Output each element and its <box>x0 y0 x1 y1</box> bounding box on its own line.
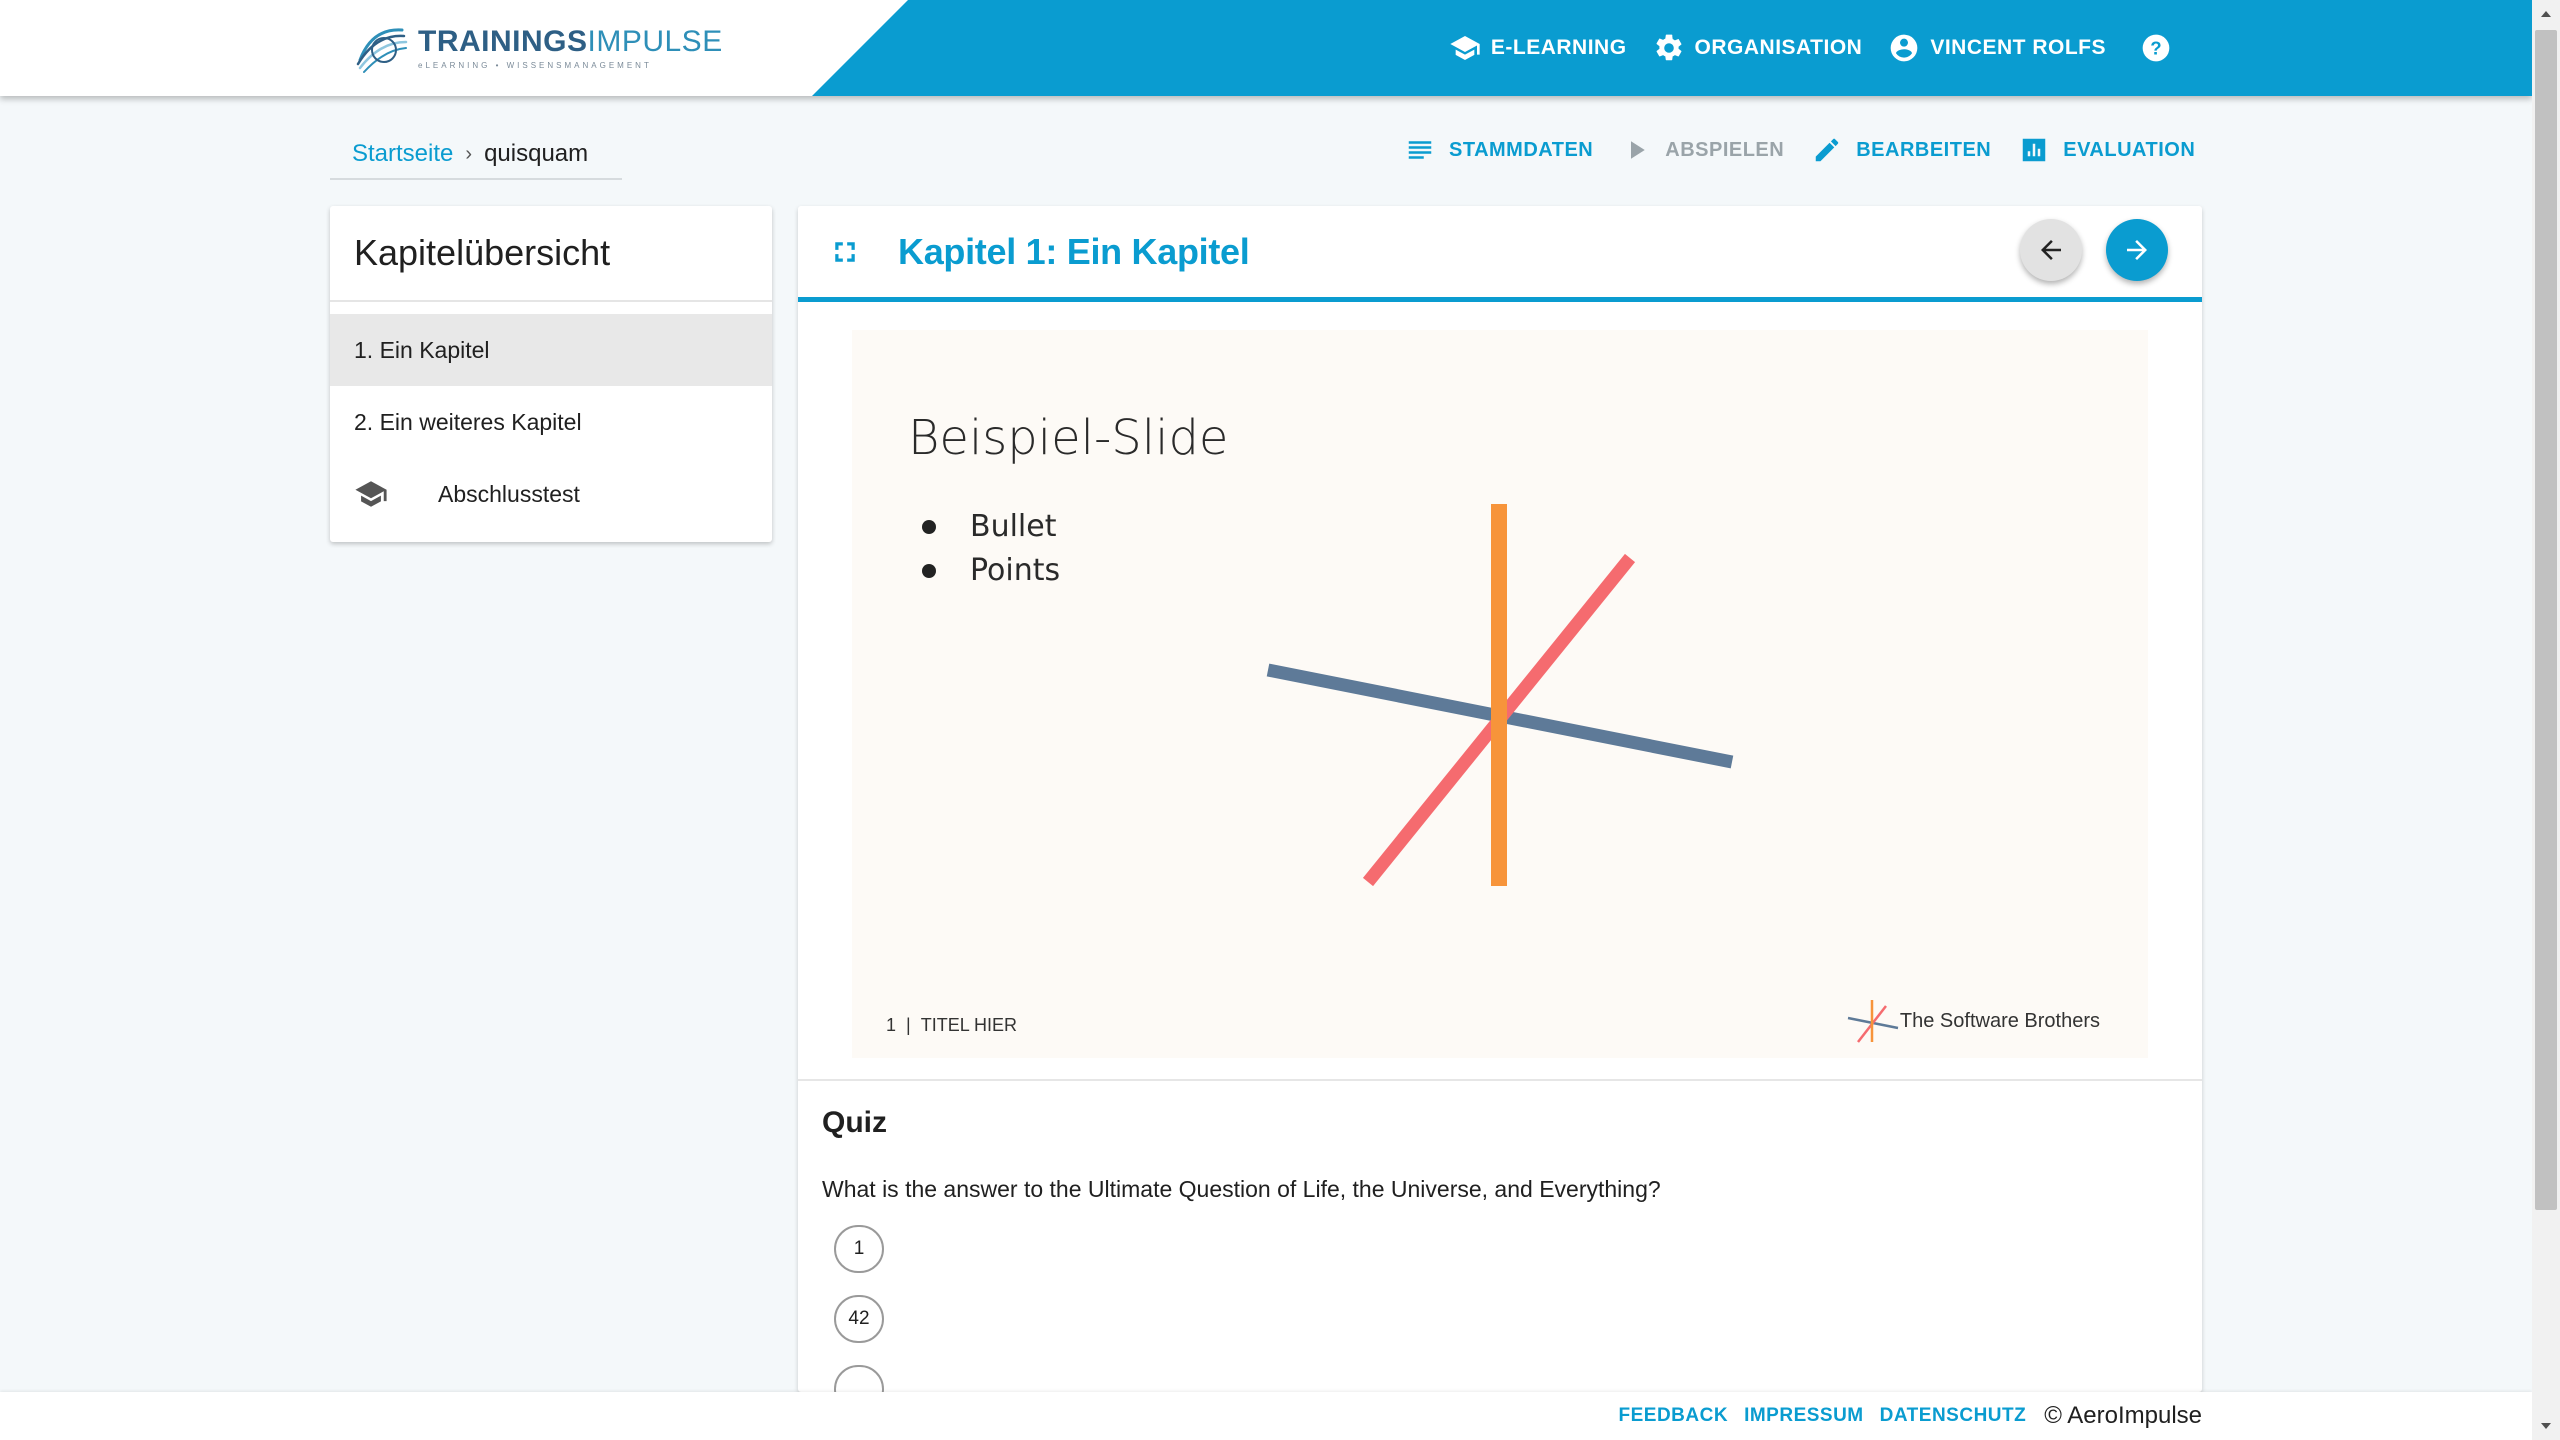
footer-feedback-link[interactable]: FEEDBACK <box>1619 1405 1729 1427</box>
evaluation-label: EVALUATION <box>2063 138 2196 161</box>
nav-user-account[interactable]: VINCENT ROLFS <box>1888 32 2106 64</box>
logo-tagline: eLEARNING • WISSENSMANAGEMENT <box>418 60 652 70</box>
quiz-title: Quiz <box>822 1106 887 1139</box>
top-app-bar: TRAININGSIMPULSE eLEARNING • WISSENSMANA… <box>0 0 2532 96</box>
content-divider <box>798 1079 2202 1081</box>
stammdaten-button[interactable]: STAMMDATEN <box>1405 135 1593 165</box>
software-brothers-logo-icon <box>1847 1000 1899 1043</box>
next-chapter-button[interactable] <box>2106 219 2168 281</box>
svg-text:?: ? <box>2150 38 2161 59</box>
chapter-header: Kapitel 1: Ein Kapitel <box>798 206 2202 302</box>
slide-bullet: Points <box>922 549 1060 593</box>
slide-bullet: Bullet <box>922 505 1060 549</box>
quiz-option-partial[interactable] <box>834 1365 884 1392</box>
slide-footer: 1 | TITEL HIER <box>886 1015 1017 1036</box>
footer-impressum-link[interactable]: IMPRESSUM <box>1744 1405 1864 1427</box>
graduation-cap-icon <box>355 481 387 507</box>
chapter-item-2-label: 2. Ein weiteres Kapitel <box>354 408 582 435</box>
bearbeiten-label: BEARBEITEN <box>1856 138 1992 161</box>
play-icon <box>1631 141 1645 159</box>
scroll-down-icon[interactable] <box>2532 1412 2560 1440</box>
page-scrollbar[interactable] <box>2532 0 2560 1440</box>
chapter-overview-panel: Kapitelübersicht 1. Ein Kapitel 2. Ein w… <box>330 206 772 542</box>
final-test-label: Abschlusstest <box>438 480 580 507</box>
slide-brand: The Software Brothers <box>1844 998 2100 1044</box>
chapter-item-1-label: 1. Ein Kapitel <box>354 336 490 363</box>
pencil-icon <box>1815 138 1839 162</box>
chapter-item-1[interactable]: 1. Ein Kapitel <box>330 314 772 386</box>
bar-chart-icon <box>2022 138 2046 162</box>
stammdaten-label: STAMMDATEN <box>1449 138 1594 161</box>
scroll-thumb[interactable] <box>2535 30 2557 1210</box>
previous-chapter-button[interactable] <box>2020 219 2082 281</box>
slide-footer-title: TITEL HIER <box>920 1015 1018 1035</box>
logo-brand-bold: TRAININGS <box>418 24 588 58</box>
nav-e-learning-label: E-LEARNING <box>1490 36 1627 59</box>
evaluation-button[interactable]: EVALUATION <box>2019 135 2195 165</box>
footer-copyright: © AeroImpulse <box>2044 1402 2202 1429</box>
breadcrumb-current: quisquam <box>484 140 589 167</box>
slide-number: 1 <box>886 1015 897 1035</box>
chapter-title: Kapitel 1: Ein Kapitel <box>898 230 1250 272</box>
scroll-up-icon[interactable] <box>2532 0 2560 28</box>
logo-swirl-icon <box>356 28 408 73</box>
quiz-option[interactable]: 42 <box>834 1295 884 1343</box>
nav-e-learning[interactable]: E-LEARNING <box>1449 32 1627 64</box>
course-actions-toolbar: STAMMDATEN ABSPIELEN BEARBEITEN EVALUATI… <box>1405 128 2195 172</box>
nav-user-label: VINCENT ROLFS <box>1930 36 2106 59</box>
chapter-item-2[interactable]: 2. Ein weiteres Kapitel <box>330 386 772 458</box>
breadcrumb-separator: › <box>465 142 473 165</box>
quiz-section: Quiz What is the answer to the Ultimate … <box>822 1106 1661 1392</box>
breadcrumb: Startseite › quisquam <box>330 130 622 180</box>
nav-organisation[interactable]: ORGANISATION <box>1653 32 1863 64</box>
slide-footer-separator: | <box>906 1015 911 1035</box>
main-nav: E-LEARNING ORGANISATION VINCENT ROLFS ? <box>1449 0 2172 96</box>
final-test-item[interactable]: Abschlusstest <box>330 458 772 530</box>
slide-title: Beispiel-Slide <box>908 410 1229 466</box>
gear-icon <box>1656 34 1682 61</box>
chapter-overview-title: Kapitelübersicht <box>330 206 772 302</box>
breadcrumb-home-link[interactable]: Startseite <box>352 140 453 168</box>
quiz-option[interactable]: 1 <box>834 1225 884 1273</box>
fullscreen-icon[interactable] <box>832 239 858 265</box>
quiz-question: What is the answer to the Ultimate Quest… <box>822 1176 1661 1202</box>
trainingsimpulse-logo[interactable]: TRAININGSIMPULSE eLEARNING • WISSENSMANA… <box>350 20 723 76</box>
arrow-right-icon <box>2127 240 2147 260</box>
arrow-left-icon <box>2041 240 2061 260</box>
graduation-cap-icon <box>1450 36 1480 60</box>
slide-brand-name: The Software Brothers <box>1899 1009 2100 1032</box>
presentation-slide: Beispiel-Slide Bullet Points 1 | TITEL H… <box>852 330 2148 1058</box>
chapter-content-card: Kapitel 1: Ein Kapitel Beispiel-Slide Bu… <box>798 206 2202 1392</box>
page-footer: FEEDBACK IMPRESSUM DATENSCHUTZ © AeroImp… <box>0 1392 2532 1440</box>
logo-brand-light: IMPULSE <box>587 24 723 58</box>
list-icon <box>1408 141 1432 159</box>
slide-bullet-list: Bullet Points <box>922 505 1060 593</box>
footer-datenschutz-link[interactable]: DATENSCHUTZ <box>1880 1405 2027 1427</box>
nav-organisation-label: ORGANISATION <box>1694 36 1863 59</box>
help-circle-icon[interactable]: ? <box>2140 32 2172 64</box>
abspielen-label: ABSPIELEN <box>1665 138 1785 161</box>
account-circle-icon <box>1890 34 1918 62</box>
bearbeiten-button[interactable]: BEARBEITEN <box>1812 135 1991 165</box>
abspielen-button[interactable]: ABSPIELEN <box>1621 135 1784 165</box>
